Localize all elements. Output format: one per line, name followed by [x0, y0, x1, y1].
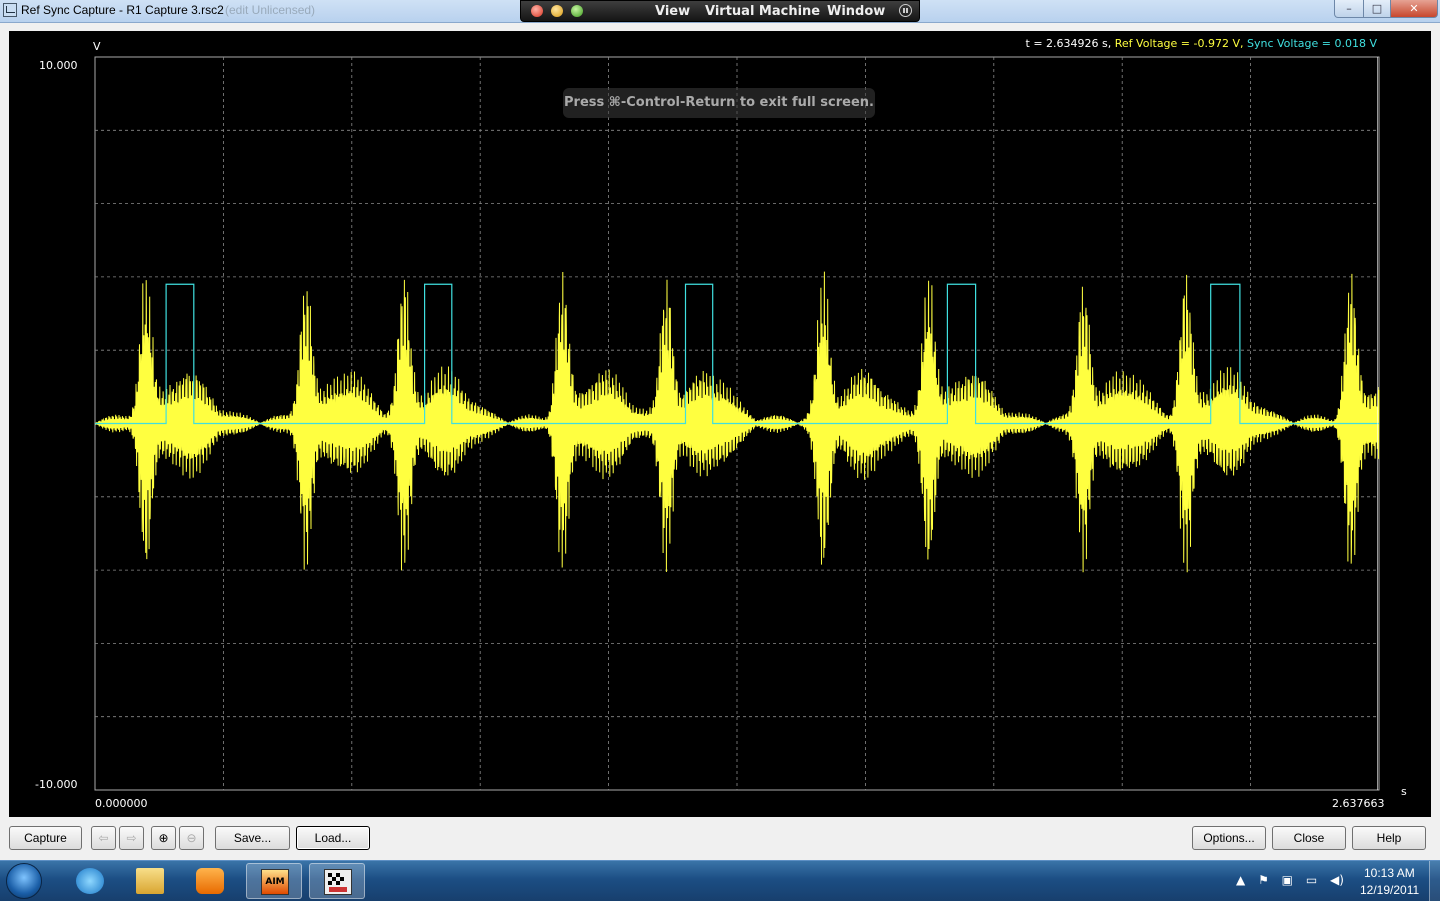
forward-arrow-icon[interactable]: ⇨	[119, 826, 144, 850]
taskbar-ref-sync-capture[interactable]	[309, 863, 365, 899]
app-icon[interactable]	[3, 3, 17, 17]
maximize-button[interactable]: □	[1363, 0, 1391, 18]
taskbar-media-player[interactable]	[182, 863, 238, 899]
load-button[interactable]: Load...	[296, 826, 370, 850]
save-button[interactable]: Save...	[215, 826, 290, 850]
menu-view[interactable]: View	[655, 4, 690, 19]
capture-button[interactable]: Capture	[9, 826, 82, 850]
x-axis-unit: s	[1401, 785, 1407, 798]
race-flag-icon	[324, 869, 352, 895]
minimize-vm-icon[interactable]	[551, 5, 563, 17]
window-title-faded: (edit Unlicensed)	[225, 3, 316, 17]
clock-date[interactable]: 12/19/2011	[1360, 883, 1419, 897]
y-axis-unit: V	[93, 40, 101, 53]
start-button[interactable]	[6, 863, 42, 899]
taskbar-aim[interactable]: AIM	[246, 863, 302, 899]
vm-fullscreen-menu: View Virtual Machine Window	[520, 0, 920, 22]
minimize-button[interactable]: –	[1334, 0, 1364, 18]
pause-icon[interactable]	[899, 4, 912, 17]
back-arrow-icon[interactable]: ⇦	[91, 826, 116, 850]
zoom-in-icon[interactable]: ⊕	[151, 826, 176, 850]
ie-icon	[76, 868, 104, 894]
show-desktop-button[interactable]	[1429, 861, 1440, 901]
y-axis-max-label: 10.000	[39, 59, 78, 72]
aim-icon: AIM	[261, 869, 289, 895]
close-button[interactable]: Close	[1272, 826, 1346, 850]
help-button[interactable]: Help	[1352, 826, 1426, 850]
waveform-plot[interactable]	[9, 31, 1431, 817]
menu-window[interactable]: Window	[827, 4, 885, 19]
scope-display[interactable]: V 10.000 -10.000 0.000000 2.637663 s t =…	[9, 31, 1431, 817]
taskbar-ie[interactable]	[62, 863, 118, 899]
zoom-out-icon[interactable]: ⊖	[179, 826, 204, 850]
readout-time: t = 2.634926 s,	[1025, 37, 1112, 50]
folder-icon	[136, 868, 164, 894]
close-window-button[interactable]: ✕	[1390, 0, 1438, 18]
cursor-readout: t = 2.634926 s, Ref Voltage = -0.972 V, …	[1026, 37, 1377, 50]
chevron-up-icon[interactable]: ▲	[1236, 873, 1245, 887]
system-tray: ▲ ⚑ ▣ ▭ ◀)	[1236, 873, 1353, 887]
readout-sync-voltage: Sync Voltage = 0.018 V	[1247, 37, 1377, 50]
network-adapter-icon[interactable]: ▣	[1282, 873, 1293, 887]
readout-ref-voltage: Ref Voltage = -0.972 V,	[1114, 37, 1244, 50]
taskbar: AIM ▲ ⚑ ▣ ▭ ◀) 10:13 AM 12/19/2011	[0, 860, 1440, 901]
fullscreen-hint: Press ⌘-Control-Return to exit full scre…	[563, 88, 875, 118]
zoom-vm-icon[interactable]	[571, 5, 583, 17]
window-title: Ref Sync Capture - R1 Capture 3.rsc2	[21, 3, 224, 17]
flag-icon[interactable]: ⚑	[1258, 873, 1269, 887]
close-vm-icon[interactable]	[531, 5, 543, 17]
y-axis-min-label: -10.000	[35, 778, 78, 791]
taskbar-explorer[interactable]	[122, 863, 178, 899]
media-player-icon	[196, 868, 224, 894]
clock-time[interactable]: 10:13 AM	[1364, 866, 1415, 880]
x-axis-max-label: 2.637663	[1332, 797, 1385, 810]
menu-virtual-machine[interactable]: Virtual Machine	[705, 4, 820, 19]
options-button[interactable]: Options...	[1192, 826, 1266, 850]
monitor-icon[interactable]: ▭	[1306, 873, 1317, 887]
volume-icon[interactable]: ◀)	[1330, 873, 1344, 887]
x-axis-min-label: 0.000000	[95, 797, 148, 810]
